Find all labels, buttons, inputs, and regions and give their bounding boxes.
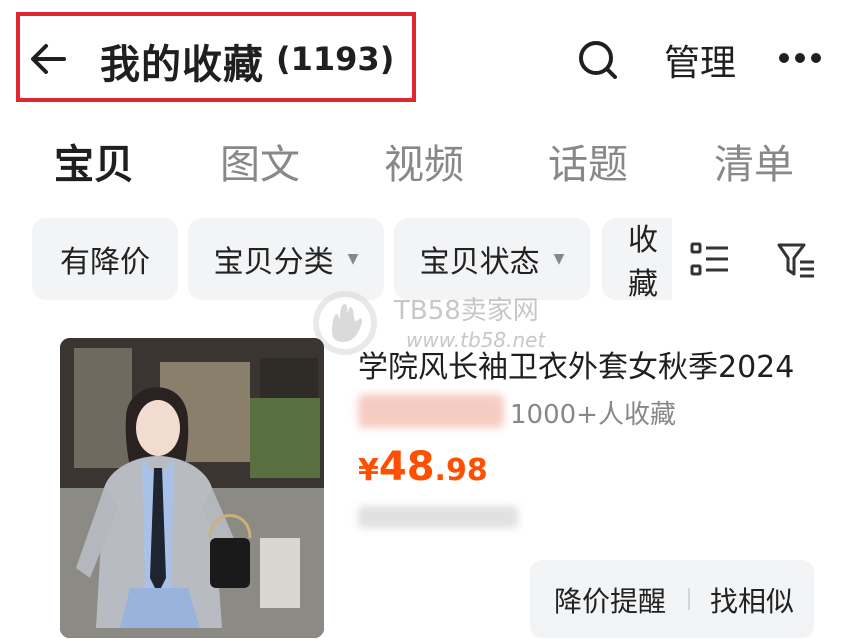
tab-tuwen[interactable]: 图文 (220, 132, 300, 190)
list-view-icon[interactable] (690, 240, 730, 280)
product-image[interactable] (60, 338, 324, 638)
header: 我的收藏 (1193) 管理 (0, 0, 846, 108)
page-title: 我的收藏 (100, 42, 264, 88)
blurred-text (358, 394, 504, 428)
filter-icon[interactable] (776, 240, 816, 280)
price-alert-button[interactable]: 降价提醒 (554, 580, 666, 620)
tab-huati[interactable]: 话题 (548, 132, 628, 190)
price-decimal: .98 (434, 453, 488, 488)
tab-qingdan[interactable]: 清单 (714, 132, 794, 190)
filter-favorite-time-label: 收藏 (628, 223, 658, 302)
find-similar-button[interactable]: 找相似 (710, 580, 794, 620)
action-divider (688, 588, 690, 610)
filter-category-label: 宝贝分类 (213, 245, 334, 280)
filter-favorite-time[interactable]: 收藏 (602, 218, 672, 302)
filter-status-label: 宝贝状态 (419, 245, 540, 280)
filter-price-drop[interactable]: 有降价 (32, 218, 178, 300)
search-icon[interactable] (576, 38, 620, 82)
more-icon[interactable] (778, 52, 822, 64)
tab-baobei[interactable]: 宝贝 (54, 132, 134, 190)
product-price: ¥48.98 (358, 444, 488, 490)
product-actions: 降价提醒 找相似 (530, 560, 814, 638)
price-currency: ¥ (358, 453, 379, 488)
favorites-count: (1193) (276, 40, 395, 78)
tab-bar: 宝贝 图文 视频 话题 清单 (0, 126, 846, 196)
product-photo (60, 338, 324, 638)
filter-price-drop-label: 有降价 (60, 245, 150, 280)
manage-button[interactable]: 管理 (664, 34, 736, 86)
back-arrow-icon[interactable] (28, 38, 70, 80)
favorites-count-label: 1000+人收藏 (510, 400, 676, 430)
caret-down-icon: ▼ (347, 251, 359, 267)
tab-shipin[interactable]: 视频 (384, 132, 464, 190)
product-card[interactable]: 学院风长袖卫衣外套女秋季2024 1000+人收藏 ¥48.98 降价提醒 找相… (28, 330, 828, 639)
blurred-line (358, 506, 518, 528)
product-title[interactable]: 学院风长袖卫衣外套女秋季2024 (358, 342, 794, 386)
watermark-name: TB58卖家网 (394, 296, 539, 326)
price-integer: 48 (378, 444, 435, 490)
caret-down-icon: ▼ (553, 251, 565, 267)
